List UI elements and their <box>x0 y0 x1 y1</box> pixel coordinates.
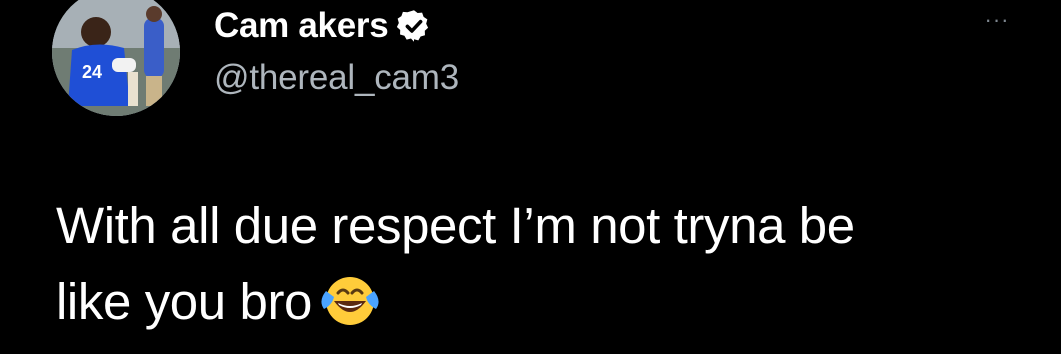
author-handle[interactable]: @thereal_cam3 <box>214 58 459 98</box>
more-options-icon[interactable]: ··· <box>975 6 1019 34</box>
svg-text:24: 24 <box>82 62 102 82</box>
avatar[interactable]: 24 <box>52 0 180 116</box>
face-with-tears-of-joy-icon <box>320 271 380 327</box>
tweet-text-line-2: like you bro <box>56 273 313 330</box>
tweet-text: With all due respect I’m not tryna be li… <box>56 188 1016 340</box>
author-name-row[interactable]: Cam akers <box>214 4 432 48</box>
verified-badge-icon <box>396 8 432 44</box>
avatar-photo: 24 <box>52 0 180 116</box>
tweet-text-line-2-wrap: like you bro <box>56 264 1016 340</box>
tweet-card: 24 Cam akers @thereal_cam3 ··· With all … <box>0 0 1061 354</box>
display-name[interactable]: Cam akers <box>214 6 389 46</box>
tweet-text-line-1: With all due respect I’m not tryna be <box>56 197 855 254</box>
